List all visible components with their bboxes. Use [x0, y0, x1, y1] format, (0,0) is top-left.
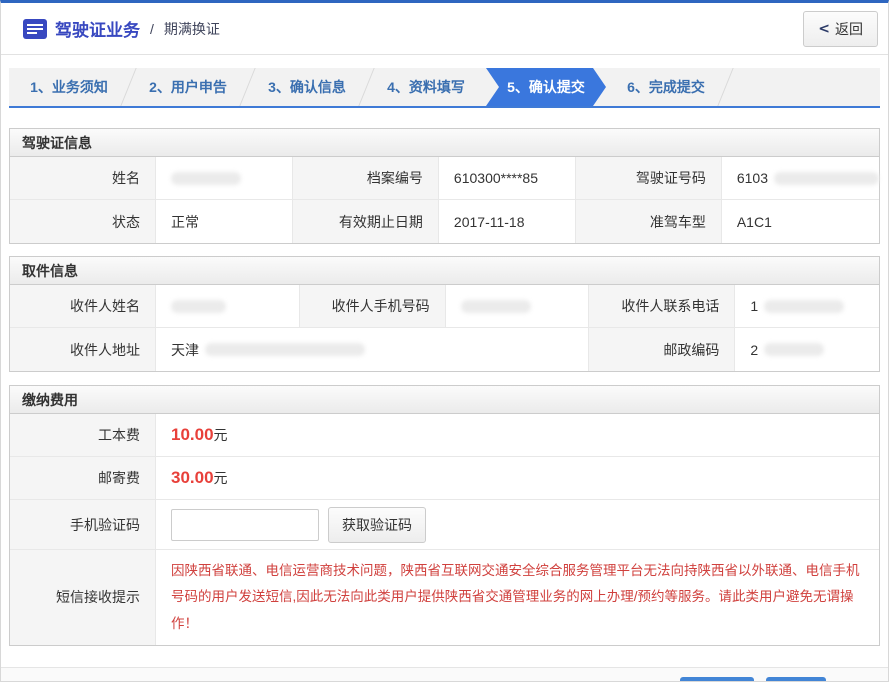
redacted-value [764, 343, 824, 356]
status-label: 状态 [10, 200, 156, 243]
mailing-fee-label: 邮寄费 [10, 457, 156, 500]
section-pickup-info: 取件信息 收件人姓名 收件人手机号码 收件人联系电话 1 收件人地址 天津 邮政… [9, 256, 880, 372]
chevron-left-icon: < [818, 21, 830, 37]
recipient-phone-label: 收件人联系电话 [589, 285, 735, 328]
file-number-label: 档案编号 [293, 157, 439, 200]
license-number-label: 驾驶证号码 [576, 157, 722, 200]
status-value: 正常 [156, 200, 293, 243]
breadcrumb-current: 期满换证 [164, 19, 220, 39]
name-value [156, 157, 293, 200]
recipient-name-value [156, 285, 300, 328]
redacted-value [774, 172, 879, 185]
finish-button[interactable]: 完成 [766, 677, 826, 682]
sms-notice-cell: 因陕西省联通、电信运营商技术问题，陕西省互联网交通安全综合服务管理平台无法向持陕… [156, 550, 879, 645]
sms-code-label: 手机验证码 [10, 500, 156, 550]
production-fee-unit: 元 [214, 425, 228, 445]
recipient-name-label: 收件人姓名 [10, 285, 156, 328]
production-fee-value: 10.00元 [156, 414, 879, 457]
step-3-confirm-info: 3、确认信息 [247, 68, 367, 106]
expiry-label: 有效期止日期 [293, 200, 439, 243]
name-label: 姓名 [10, 157, 156, 200]
page: 驾驶证业务 / 期满换证 < 返回 1、业务须知 2、用户申告 3、确认信息 4… [0, 0, 889, 682]
step-1-business-notice: 1、业务须知 [9, 68, 129, 106]
section-title-fees: 缴纳费用 [10, 386, 879, 414]
wizard-steps: 1、业务须知 2、用户申告 3、确认信息 4、资料填写 5、确认提交 6、完成提… [9, 68, 880, 108]
redacted-value [171, 172, 241, 185]
zip-code-label: 邮政编码 [589, 328, 735, 371]
redacted-value [461, 300, 531, 313]
file-number-value: 610300****85 [439, 157, 576, 200]
get-sms-code-button[interactable]: 获取验证码 [328, 507, 426, 543]
sms-code-row: 获取验证码 [156, 500, 879, 550]
page-title: 驾驶证业务 [55, 16, 140, 41]
section-license-info: 驾驶证信息 姓名 档案编号 610300****85 驾驶证号码 6103 状态… [9, 128, 880, 244]
production-fee-label: 工本费 [10, 414, 156, 457]
mailing-fee-value: 30.00元 [156, 457, 879, 500]
sms-code-input[interactable] [171, 509, 319, 541]
recipient-phone-value: 1 [735, 285, 879, 328]
step-6-finish-submit: 6、完成提交 [606, 68, 726, 106]
mailing-fee-amount: 30.00 [171, 468, 214, 488]
production-fee-amount: 10.00 [171, 425, 214, 445]
sms-notice-text: 因陕西省联通、电信运营商技术问题，陕西省互联网交通安全综合服务管理平台无法向持陕… [171, 550, 879, 645]
footer-action-bar: 上一步 完成 [1, 667, 888, 682]
recipient-address-label: 收件人地址 [10, 328, 156, 371]
recipient-mobile-value [446, 285, 590, 328]
back-button[interactable]: < 返回 [803, 11, 878, 47]
redacted-value [171, 300, 226, 313]
section-title-license: 驾驶证信息 [10, 129, 879, 157]
breadcrumb-separator: / [150, 21, 154, 37]
vehicle-class-value: A1C1 [722, 200, 879, 243]
back-button-label: 返回 [835, 19, 863, 39]
redacted-value [764, 300, 844, 313]
license-card-icon [23, 19, 47, 39]
license-number-value: 6103 [722, 157, 879, 200]
step-5-confirm-submit-active: 5、确认提交 [486, 68, 606, 106]
step-4-fill-data: 4、资料填写 [366, 68, 486, 106]
page-header: 驾驶证业务 / 期满换证 < 返回 [1, 3, 888, 55]
zip-code-value: 2 [735, 328, 879, 371]
section-title-pickup: 取件信息 [10, 257, 879, 285]
expiry-value: 2017-11-18 [439, 200, 576, 243]
steps-filler [725, 68, 880, 106]
step-2-user-declaration: 2、用户申告 [128, 68, 248, 106]
recipient-address-value: 天津 [156, 328, 589, 371]
vehicle-class-label: 准驾车型 [576, 200, 722, 243]
mailing-fee-unit: 元 [214, 468, 228, 488]
sms-notice-label: 短信接收提示 [10, 550, 156, 645]
redacted-value [205, 343, 365, 356]
previous-step-button[interactable]: 上一步 [680, 677, 754, 682]
section-fees: 缴纳费用 工本费 10.00元 邮寄费 30.00元 手机验证码 获取验证码 短… [9, 385, 880, 646]
recipient-mobile-label: 收件人手机号码 [300, 285, 446, 328]
